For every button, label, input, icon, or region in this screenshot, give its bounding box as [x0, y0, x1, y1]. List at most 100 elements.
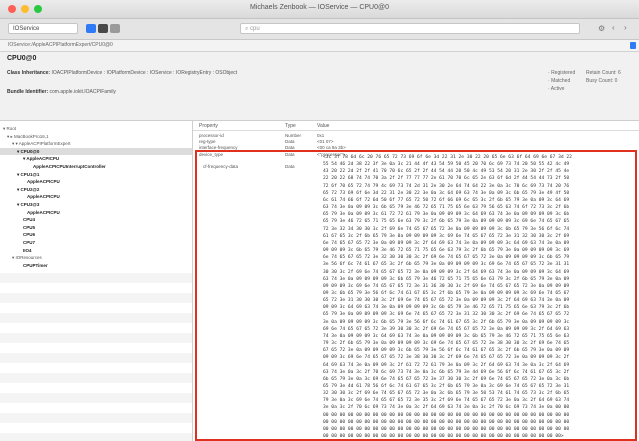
column-header-property[interactable]: Property — [199, 123, 218, 129]
hex-line: 65 79 3e 0a 09 09 3c 61 72 72 61 79 3e 0… — [323, 212, 570, 218]
registry-path[interactable]: IOService:/AppleACPIPlatformExpert/CPU0@… — [8, 42, 113, 48]
hex-line: 00 00 00 00 00 00 00 00 00 00 00 00 00 0… — [323, 434, 564, 439]
column-view-button[interactable] — [110, 24, 120, 33]
back-chevron-icon[interactable]: ‹ — [612, 23, 615, 32]
hex-line: 3e 0a 09 09 09 09 3c 6b 65 79 3e 56 6f 6… — [323, 319, 570, 325]
bundle-identifier: Bundle Identifier: com.apple.iokit.IOACP… — [7, 89, 116, 95]
tree-row[interactable]: CPUPTimer — [0, 262, 192, 269]
tree-row[interactable]: AppleACPICPU — [0, 209, 192, 216]
hex-line: 79 3e 0a 3c 69 6e 74 65 67 65 72 3e 35 3… — [323, 398, 570, 404]
column-header-type[interactable]: Type — [285, 123, 296, 129]
tree-row[interactable]: ▾ CPU0@0 — [0, 147, 192, 155]
empty-row — [0, 313, 192, 323]
hex-line: 55 54 46 2d 38 22 3f 3e 0a 3c 21 44 4f 4… — [323, 162, 570, 168]
empty-row — [0, 343, 192, 353]
property-name: device_type — [199, 151, 224, 157]
search-input[interactable]: ⌕ cpu — [240, 23, 580, 34]
empty-row — [0, 293, 192, 303]
tree-row[interactable]: AppleACPICPU — [0, 193, 192, 200]
hex-line: 65 79 3e 4d 61 78 56 6f 6c 74 61 67 65 3… — [323, 384, 570, 389]
tree-row-label: AppleACPICPU — [27, 179, 60, 185]
empty-row — [0, 403, 192, 413]
hex-line: 30 30 3c 2f 69 6e 74 65 67 65 72 3e 0a 0… — [323, 269, 570, 275]
tree-row[interactable]: ▾ ▸ MacBookPro16,1 — [0, 133, 192, 140]
hex-line: 64 69 63 74 3e 0a 09 09 3c 2f 61 72 72 6… — [323, 362, 570, 368]
column-header-value[interactable]: Value — [317, 123, 329, 129]
hex-line: 22 20 22 68 74 74 70 3a 2f 2f 77 77 77 2… — [323, 176, 570, 182]
hex-line: 72 6f 70 65 72 74 79 4c 69 73 74 2d 31 2… — [323, 183, 570, 189]
tree-row[interactable]: CPU6 — [0, 231, 192, 238]
hex-line: 72 3e 32 34 30 30 3c 2f 69 6e 74 65 67 6… — [323, 226, 570, 232]
hex-line: 65 72 73 69 6f 6e 3d 22 31 2e 30 22 3e 0… — [323, 190, 570, 196]
empty-row — [0, 413, 192, 423]
hex-line: 09 09 3c 69 6e 74 65 67 65 72 3e 38 30 3… — [323, 355, 570, 361]
tree-row[interactable]: IIO4 — [0, 247, 192, 254]
empty-row — [0, 273, 192, 283]
tree-row-label: AppleACPICPU — [27, 209, 60, 215]
tree-row[interactable]: AppleACPICPU — [0, 178, 192, 185]
forward-chevron-icon[interactable]: › — [624, 23, 627, 32]
empty-row — [0, 323, 192, 333]
tree-row[interactable]: ▾ ▾ AppleACPIPlatformExpert — [0, 140, 192, 147]
hex-line: 6e 74 65 67 65 72 3e 32 30 30 30 3c 2f 6… — [323, 255, 570, 261]
gear-icon[interactable]: ⚙ — [598, 24, 605, 33]
tree-row-label: CPU4 — [23, 217, 36, 223]
hex-line: 09 09 09 3c 69 6e 74 65 67 65 72 3e 31 3… — [323, 283, 570, 289]
empty-row — [0, 373, 192, 383]
path-scroll-indicator[interactable] — [630, 42, 636, 49]
empty-row — [0, 433, 192, 441]
hex-line: 79 3c 2f 6b 65 79 3e 0a 09 09 09 09 3c 6… — [323, 341, 570, 347]
hex-line: 00 00 00 00 00 00 00 00 00 00 00 00 00 0… — [323, 419, 570, 425]
hex-line: 32 30 30 3c 2f 69 6e 74 65 67 65 72 3e 0… — [323, 391, 570, 397]
tree-row[interactable]: ▾ CPU1@1 — [0, 171, 192, 178]
hex-line: 6e 74 65 67 65 72 3e 0a 09 09 09 3c 2f 6… — [323, 240, 570, 246]
empty-row — [0, 283, 192, 293]
tree-row-label: IIO4 — [23, 247, 32, 253]
tree-row[interactable]: ▾ AppleACPICPU — [0, 155, 192, 162]
hex-line: 65 79 3e 46 72 65 71 75 65 6e 63 79 3c 2… — [323, 219, 570, 225]
list-view-button[interactable] — [98, 24, 108, 33]
property-name: cf-frequency-data — [203, 164, 239, 169]
registry-tree[interactable]: ▾ Root ▾ ▸ MacBookPro16,1 ▾ ▾ AppleACPIPla… — [0, 121, 193, 441]
hex-line: 09 3c 6b 65 79 3e 56 6f 6c 74 61 67 65 3… — [323, 290, 570, 296]
empty-row — [0, 303, 192, 313]
window-title: Michaels Zenbook — IOService — CPU0@0 — [250, 4, 389, 11]
status-registered: · Registered — [548, 70, 576, 76]
hex-line: 63 74 3e 0a 09 09 3c 6b 65 79 3e 46 72 6… — [323, 205, 570, 211]
tree-row-label: CPU6 — [23, 232, 36, 238]
empty-row — [0, 353, 192, 363]
hex-line: 3e 56 6f 6c 74 61 67 65 3c 2f 6b 65 79 3… — [323, 262, 570, 268]
hex-line: 6c 61 74 66 6f 72 6d 50 6f 77 65 72 50 7… — [323, 197, 570, 203]
hex-line: 65 79 3e 0a 09 09 09 09 3c 69 6e 74 65 6… — [323, 312, 570, 318]
empty-row — [0, 423, 192, 433]
tree-row[interactable]: CPU5 — [0, 224, 192, 231]
busy-count: Busy Count: 0 — [586, 78, 618, 84]
hex-line: 00 00 00 00 00 00 00 00 00 00 00 00 00 0… — [323, 412, 570, 418]
empty-row — [0, 363, 192, 373]
property-type: Data — [285, 151, 295, 157]
tree-row[interactable]: AppleACPICPUInterruptController — [0, 163, 192, 170]
hex-line: 63 74 3e 0a 3c 2f 70 6c 69 73 74 3e 0a 3… — [323, 369, 570, 375]
hex-value: <3c 3f 78 6d 6c 20 76 65 72 73 69 6f 6e … — [323, 154, 635, 439]
hex-line: 6b 65 79 3e 0a 3c 69 6e 74 65 67 65 72 3… — [323, 376, 570, 382]
tree-row-label: AppleACPICPUInterruptController — [33, 164, 106, 169]
tree-row[interactable]: ▾ CPU2@2 — [0, 186, 192, 193]
tree-row-label: ▾ AppleACPICPU — [23, 156, 60, 162]
hex-line: 3e 0a 3c 2f 70 6c 69 73 74 3e 0a 3c 2f 6… — [323, 405, 570, 411]
toolbar: IOService ⌕ cpu ⚙ ‹ › — [0, 19, 639, 40]
tree-view-button[interactable] — [86, 24, 96, 33]
class-inheritance: Class Inheritance: IOACPIPlatformDevice … — [7, 70, 238, 76]
path-bar: IOService:/AppleACPIPlatformExpert/CPU0@… — [0, 40, 639, 52]
tree-row[interactable]: ▾ IOResources — [0, 254, 192, 261]
tree-row[interactable]: ▾ Root — [0, 125, 192, 132]
hex-line: 43 20 22 2d 2f 2f 41 70 70 6c 65 2f 2f 4… — [323, 169, 570, 175]
tree-row-label: ▾ Root — [3, 126, 17, 131]
service-plane-select[interactable]: IOService — [8, 23, 78, 34]
tree-row[interactable]: CPU4 — [0, 216, 192, 223]
tree-row[interactable]: ▾ CPU3@3 — [0, 201, 192, 208]
status-active: · Active — [548, 86, 565, 92]
hex-line: <3c 3f 78 6d 6c 20 76 65 72 73 69 6f 6e … — [323, 155, 572, 160]
tree-row[interactable]: CPU7 — [0, 239, 192, 246]
tree-row-label: ▾ CPU1@1 — [17, 171, 40, 177]
window-titlebar: Michaels Zenbook — IOService — CPU0@0 — [0, 0, 639, 19]
